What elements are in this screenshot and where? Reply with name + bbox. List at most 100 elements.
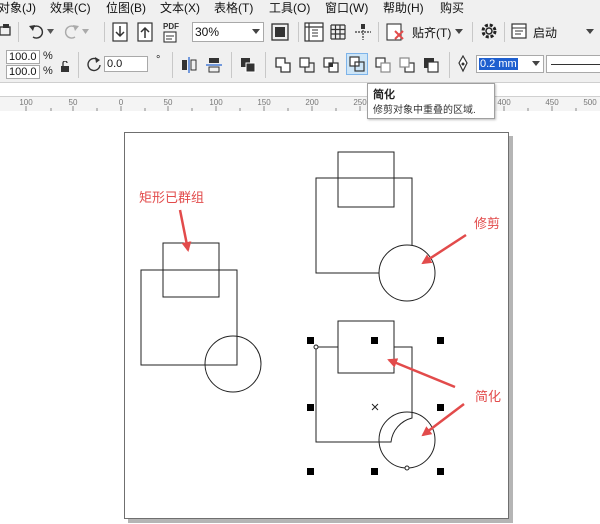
create-boundary-icon[interactable] xyxy=(422,56,440,74)
simplify-tooltip: 简化 修剪对象中重叠的区域. xyxy=(367,83,495,119)
export-pdf-label[interactable]: PDF xyxy=(163,22,179,31)
selection-handle[interactable] xyxy=(307,468,314,475)
lock-ratio-icon[interactable] xyxy=(60,61,70,73)
trim-icon[interactable] xyxy=(298,56,316,74)
circle-shape[interactable] xyxy=(204,335,262,393)
ruler-label: 50 xyxy=(68,98,78,107)
ruler-label: 50 xyxy=(163,98,173,107)
front-minus-back-icon[interactable] xyxy=(374,56,392,74)
selection-handle[interactable] xyxy=(437,337,444,344)
selection-handle[interactable] xyxy=(371,468,378,475)
simplify-annotation: 简化 xyxy=(475,389,502,404)
menu-tools[interactable]: 工具(O) xyxy=(269,0,310,16)
simplify-button[interactable] xyxy=(346,53,368,75)
propbar-separator xyxy=(231,52,232,78)
arrow-trim xyxy=(421,233,467,265)
line-style-combo[interactable] xyxy=(546,55,600,73)
drawing-objects xyxy=(140,151,467,475)
scale-y-percent: % xyxy=(43,65,53,77)
drawing-canvas[interactable]: 矩形已群组 修剪 简化 xyxy=(0,111,600,524)
selection-handle[interactable] xyxy=(307,404,314,411)
intersect-icon[interactable] xyxy=(322,56,340,74)
launch-icon[interactable] xyxy=(511,23,527,39)
undo-icon[interactable] xyxy=(28,24,46,40)
weld-icon[interactable] xyxy=(274,56,292,74)
node-point[interactable] xyxy=(404,465,410,471)
simplified-circle[interactable] xyxy=(378,411,436,469)
rotation-angle-field[interactable]: 0.0 xyxy=(104,56,148,72)
import-icon[interactable] xyxy=(112,22,128,42)
toolbar-separator xyxy=(504,22,505,42)
ruler-label: 400 xyxy=(497,98,511,107)
node-point[interactable] xyxy=(313,344,319,350)
toolbar-separator xyxy=(18,22,19,42)
simplified-large-rectangle[interactable] xyxy=(315,320,413,443)
tooltip-description: 修剪对象中重叠的区域. xyxy=(373,105,476,116)
launch-dropdown-icon[interactable] xyxy=(586,29,594,35)
menu-window[interactable]: 窗口(W) xyxy=(325,0,368,16)
trim-annotation: 修剪 xyxy=(474,216,501,231)
options-gear-icon[interactable] xyxy=(479,21,499,41)
mirror-vertical-icon[interactable] xyxy=(205,56,223,74)
show-guidelines-icon[interactable] xyxy=(353,22,373,42)
ruler-label: 100 xyxy=(19,98,33,107)
menu-effects[interactable]: 效果(C) xyxy=(50,0,91,16)
horizontal-ruler[interactable]: 100 50 0 50 100 150 200 250 300 350 400 … xyxy=(0,96,600,112)
scale-y-field[interactable]: 100.0 xyxy=(6,65,40,79)
ruler-label: 500 xyxy=(583,98,597,107)
menu-text[interactable]: 文本(X) xyxy=(160,0,200,16)
show-grid-icon[interactable] xyxy=(328,22,348,42)
center-mark-icon[interactable] xyxy=(371,403,379,411)
property-bar: 100.0 % 100.0 % 0.0 ° 0.2 mm xyxy=(0,48,600,83)
mirror-horizontal-icon[interactable] xyxy=(180,56,198,74)
scale-y-value: 100.0 xyxy=(9,66,37,78)
toolbar-separator xyxy=(298,22,299,42)
launch-label[interactable]: 启动 xyxy=(533,24,557,41)
trimmed-circle[interactable] xyxy=(378,244,436,302)
full-screen-icon[interactable] xyxy=(270,22,290,42)
print-icon[interactable] xyxy=(0,24,12,38)
trimmed-small-rectangle[interactable] xyxy=(337,151,395,208)
propbar-separator xyxy=(172,52,173,78)
selection-handle[interactable] xyxy=(307,337,314,344)
large-rectangle[interactable] xyxy=(140,269,238,366)
menu-table[interactable]: 表格(T) xyxy=(214,0,253,16)
selection-handle[interactable] xyxy=(437,468,444,475)
simplify-icon xyxy=(349,56,365,72)
propbar-separator xyxy=(78,52,79,78)
ruler-label: 150 xyxy=(257,98,271,107)
menu-object[interactable]: 对象(J) xyxy=(0,0,36,16)
outline-width-value: 0.2 mm xyxy=(479,58,518,70)
rotation-degree-sign: ° xyxy=(156,54,161,66)
ruler-label: 200 xyxy=(305,98,319,107)
tooltip-title: 简化 xyxy=(373,89,395,101)
menu-buy[interactable]: 购买 xyxy=(440,0,464,16)
zoom-dropdown-icon[interactable] xyxy=(252,29,260,35)
menu-bar: 对象(J) 效果(C) 位图(B) 文本(X) 表格(T) 工具(O) 窗口(W… xyxy=(0,0,600,16)
standard-toolbar: PDF 30% 贴齐(T) 启动 xyxy=(0,16,600,49)
ruler-label: 250 xyxy=(353,98,367,107)
scale-x-field[interactable]: 100.0 xyxy=(6,50,40,64)
menu-bitmap[interactable]: 位图(B) xyxy=(106,0,146,16)
group-icon[interactable] xyxy=(239,56,257,74)
snap-off-icon[interactable] xyxy=(385,22,405,42)
outline-pen-icon xyxy=(458,55,468,73)
toolbar-separator xyxy=(472,22,473,42)
show-rulers-icon[interactable] xyxy=(304,22,324,42)
back-minus-front-icon[interactable] xyxy=(398,56,416,74)
ruler-label: 0 xyxy=(118,98,124,107)
simplified-small-rectangle[interactable] xyxy=(337,320,395,374)
ruler-label: 450 xyxy=(545,98,559,107)
selection-handle[interactable] xyxy=(437,404,444,411)
propbar-separator xyxy=(449,52,450,78)
menu-help[interactable]: 帮助(H) xyxy=(383,0,424,16)
selection-handle[interactable] xyxy=(371,337,378,344)
undo-dropdown-icon[interactable] xyxy=(47,29,54,35)
snap-to-label[interactable]: 贴齐(T) xyxy=(412,24,451,41)
scale-x-percent: % xyxy=(43,50,53,62)
export-pdf-icon[interactable] xyxy=(163,31,177,43)
outline-width-dropdown-icon[interactable] xyxy=(532,61,540,67)
toolbar-separator xyxy=(378,22,379,42)
snap-to-dropdown-icon[interactable] xyxy=(455,29,463,35)
export-icon[interactable] xyxy=(137,22,153,42)
